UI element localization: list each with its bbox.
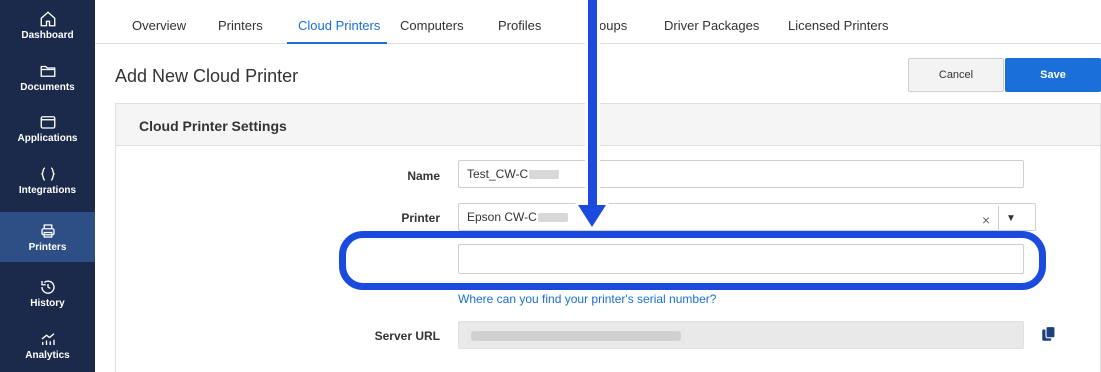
tab-profiles[interactable]: Profiles bbox=[498, 18, 541, 33]
tab-groups[interactable]: oups bbox=[599, 18, 627, 33]
cancel-button[interactable]: Cancel bbox=[908, 58, 1004, 92]
sidebar-item-printers[interactable]: Printers bbox=[0, 212, 95, 262]
tab-overview[interactable]: Overview bbox=[132, 18, 186, 33]
sidebar: Dashboard Documents Applications Integra… bbox=[0, 0, 95, 372]
window-icon bbox=[40, 115, 55, 129]
panel-header: Cloud Printer Settings bbox=[116, 104, 1100, 146]
name-label: Name bbox=[407, 169, 440, 183]
annotation-arrow bbox=[588, 0, 597, 208]
sidebar-item-label: Integrations bbox=[18, 184, 77, 196]
tab-printers[interactable]: Printers bbox=[218, 18, 263, 33]
folder-icon bbox=[40, 65, 55, 77]
sidebar-item-label: Analytics bbox=[25, 349, 70, 361]
annotation-highlight bbox=[339, 231, 1046, 290]
chevron-down-icon[interactable]: ▼ bbox=[1006, 213, 1016, 224]
sidebar-item-applications[interactable]: Applications bbox=[0, 103, 95, 153]
sidebar-item-history[interactable]: History bbox=[0, 268, 95, 318]
server-url-label: Server URL bbox=[374, 329, 440, 343]
serial-number-help-link[interactable]: Where can you find your printer's serial… bbox=[458, 292, 716, 306]
sidebar-item-label: Dashboard bbox=[21, 29, 74, 41]
clear-icon[interactable]: × bbox=[982, 212, 990, 228]
active-tab-indicator bbox=[287, 42, 387, 44]
redacted-url bbox=[471, 331, 681, 341]
copy-icon[interactable] bbox=[1040, 325, 1058, 343]
home-icon bbox=[40, 10, 55, 26]
tab-cloud-printers[interactable]: Cloud Printers bbox=[298, 18, 380, 33]
printer-icon bbox=[40, 223, 55, 238]
select-separator bbox=[998, 206, 999, 230]
sidebar-item-label: History bbox=[30, 297, 65, 309]
sidebar-item-label: Printers bbox=[28, 241, 67, 253]
save-button[interactable]: Save bbox=[1005, 58, 1101, 92]
redacted-text bbox=[529, 170, 560, 180]
sidebar-item-label: Documents bbox=[20, 81, 75, 93]
sidebar-item-documents[interactable]: Documents bbox=[0, 52, 95, 102]
page-title: Add New Cloud Printer bbox=[115, 66, 299, 86]
annotation-arrowhead bbox=[578, 205, 606, 227]
redacted-text bbox=[537, 213, 568, 223]
printer-select[interactable]: Epson CW-C bbox=[458, 203, 1036, 231]
sidebar-item-analytics[interactable]: Analytics bbox=[0, 320, 95, 370]
server-url-field bbox=[458, 321, 1024, 349]
sidebar-item-dashboard[interactable]: Dashboard bbox=[0, 0, 95, 50]
analytics-icon bbox=[41, 332, 55, 345]
history-icon bbox=[40, 280, 55, 294]
tab-driver-packages[interactable]: Driver Packages bbox=[664, 18, 759, 33]
panel-title: Cloud Printer Settings bbox=[139, 118, 287, 134]
name-value: Test_CW-C bbox=[467, 167, 529, 181]
tab-licensed-printers[interactable]: Licensed Printers bbox=[788, 18, 888, 33]
printer-value: Epson CW-C bbox=[467, 210, 537, 224]
sidebar-item-integrations[interactable]: Integrations bbox=[0, 155, 95, 205]
tab-computers[interactable]: Computers bbox=[400, 18, 464, 33]
printer-label: Printer bbox=[401, 211, 440, 225]
braces-icon bbox=[40, 166, 55, 181]
sidebar-item-label: Applications bbox=[17, 132, 78, 144]
name-field[interactable]: Test_CW-C bbox=[458, 160, 1024, 188]
